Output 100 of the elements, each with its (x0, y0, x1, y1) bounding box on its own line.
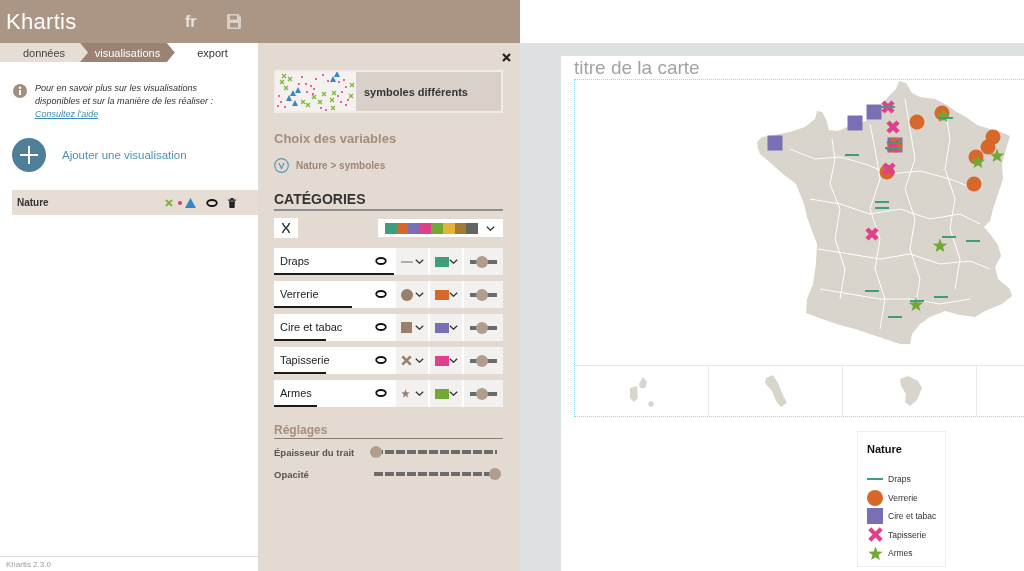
symbol-dropdown[interactable] (394, 314, 428, 341)
chevron-icon (449, 391, 458, 396)
size-slider[interactable] (464, 380, 503, 407)
visualization-row[interactable]: Nature (12, 190, 258, 215)
eye-icon[interactable] (375, 256, 387, 265)
size-slider[interactable] (464, 314, 503, 341)
setting-label: Opacité (274, 468, 310, 480)
viz-type-label: symboles différents (363, 84, 469, 100)
star-marker (908, 297, 924, 312)
category-name-field[interactable]: Armes (274, 380, 394, 407)
line-marker (884, 147, 900, 149)
legend-label: Draps (888, 474, 911, 485)
palette-dropdown[interactable] (378, 219, 503, 237)
eye-icon[interactable] (375, 355, 387, 364)
cross-marker (885, 119, 901, 135)
category-name-field[interactable]: Tapisserie (274, 347, 394, 374)
viz-type-card[interactable]: symboles différents (274, 70, 503, 113)
circle-marker (909, 114, 925, 130)
line-marker (874, 201, 890, 203)
color-dropdown[interactable] (428, 314, 464, 341)
color-dropdown[interactable] (428, 281, 464, 308)
cross-icon (867, 527, 883, 543)
star-marker (970, 154, 986, 169)
circle-icon (401, 288, 413, 301)
dot-icon (178, 200, 182, 205)
island-map-drawing (629, 375, 654, 407)
legend-label: Verrerie (888, 492, 918, 503)
category-name-field[interactable]: Draps (274, 248, 394, 275)
line-marker (880, 106, 896, 108)
chevron-icon (415, 358, 424, 363)
chevron-icon (449, 292, 458, 297)
map-title-field[interactable]: titre de la carte (574, 57, 874, 79)
section-heading: Réglages (274, 423, 503, 439)
eye-icon[interactable] (375, 322, 387, 331)
info-text: Pour en savoir plus sur les visualisations disponibles et sur la manière de les réaliser : Consultez l'aide (35, 82, 215, 121)
star-icon (401, 389, 410, 398)
square-marker (847, 115, 863, 131)
section-heading: Choix des variables (274, 131, 398, 146)
cross-marker (880, 99, 896, 115)
symbol-dropdown[interactable] (394, 281, 428, 308)
chevron-icon (415, 292, 424, 297)
category-name-field[interactable]: Cire et tabac (274, 314, 394, 341)
color-dropdown[interactable] (428, 347, 464, 374)
add-visualization-button[interactable]: Ajouter une visualisation (12, 138, 187, 172)
cross-icon (401, 355, 412, 366)
color-dropdown[interactable] (428, 248, 464, 275)
size-slider[interactable] (464, 281, 503, 308)
close-icon[interactable] (502, 53, 511, 62)
line-marker (864, 290, 880, 292)
legend-label: Tapisserie (888, 529, 927, 540)
slider-thumb[interactable] (475, 288, 488, 301)
line-marker (844, 154, 860, 156)
variable-label: Nature > symboles (296, 160, 386, 171)
eye-icon[interactable] (375, 388, 387, 397)
line-marker (909, 300, 925, 302)
slider-thumb[interactable] (475, 354, 488, 367)
trash-icon[interactable] (228, 197, 236, 208)
line-marker (887, 316, 903, 318)
size-slider[interactable] (464, 248, 503, 275)
circle-marker (966, 176, 982, 192)
help-link[interactable]: Consultez l'aide (35, 109, 99, 119)
star-icon (867, 545, 883, 561)
setting-label: Épaisseur du trait (274, 446, 356, 458)
line-marker (941, 236, 957, 238)
eye-icon[interactable] (206, 198, 218, 207)
line-marker (933, 296, 949, 298)
square-icon (401, 322, 412, 333)
color-dropdown[interactable] (428, 380, 464, 407)
symbol-dropdown[interactable] (394, 347, 428, 374)
app-logo: Khartis (6, 8, 78, 35)
cross-marker (864, 226, 880, 242)
slider-thumb[interactable] (370, 446, 382, 458)
symbol-dropdown[interactable] (394, 380, 428, 407)
star-marker (932, 238, 948, 253)
slider-thumb[interactable] (475, 255, 488, 268)
legend-label: Cire et tabac (888, 511, 937, 522)
circle-marker (980, 139, 996, 155)
slider-thumb[interactable] (475, 321, 488, 334)
eye-icon[interactable] (375, 289, 387, 298)
square-icon (867, 508, 883, 525)
info-icon (13, 84, 27, 98)
star-marker (989, 148, 1005, 163)
symbol-dropdown[interactable] (394, 248, 428, 275)
chevron-icon (415, 391, 424, 396)
chevron-icon (415, 325, 424, 330)
step-tab[interactable]: visualisations (80, 43, 175, 62)
shuffle-button[interactable] (274, 218, 298, 238)
size-slider[interactable] (464, 347, 503, 374)
plus-icon (12, 138, 46, 172)
slider-thumb[interactable] (475, 387, 488, 400)
section-heading: CATÉGORIES (274, 191, 503, 211)
slider-thumb[interactable] (489, 468, 501, 480)
chevron-circle-icon[interactable] (274, 158, 289, 173)
visualization-name: Nature (17, 197, 50, 208)
category-name-field[interactable]: Verrerie (274, 281, 394, 308)
triangle-icon (185, 197, 196, 208)
chevron-icon (449, 325, 458, 330)
line-symbol-icon (867, 478, 883, 481)
circle-icon (867, 489, 883, 506)
step-tab[interactable]: données (0, 43, 88, 62)
